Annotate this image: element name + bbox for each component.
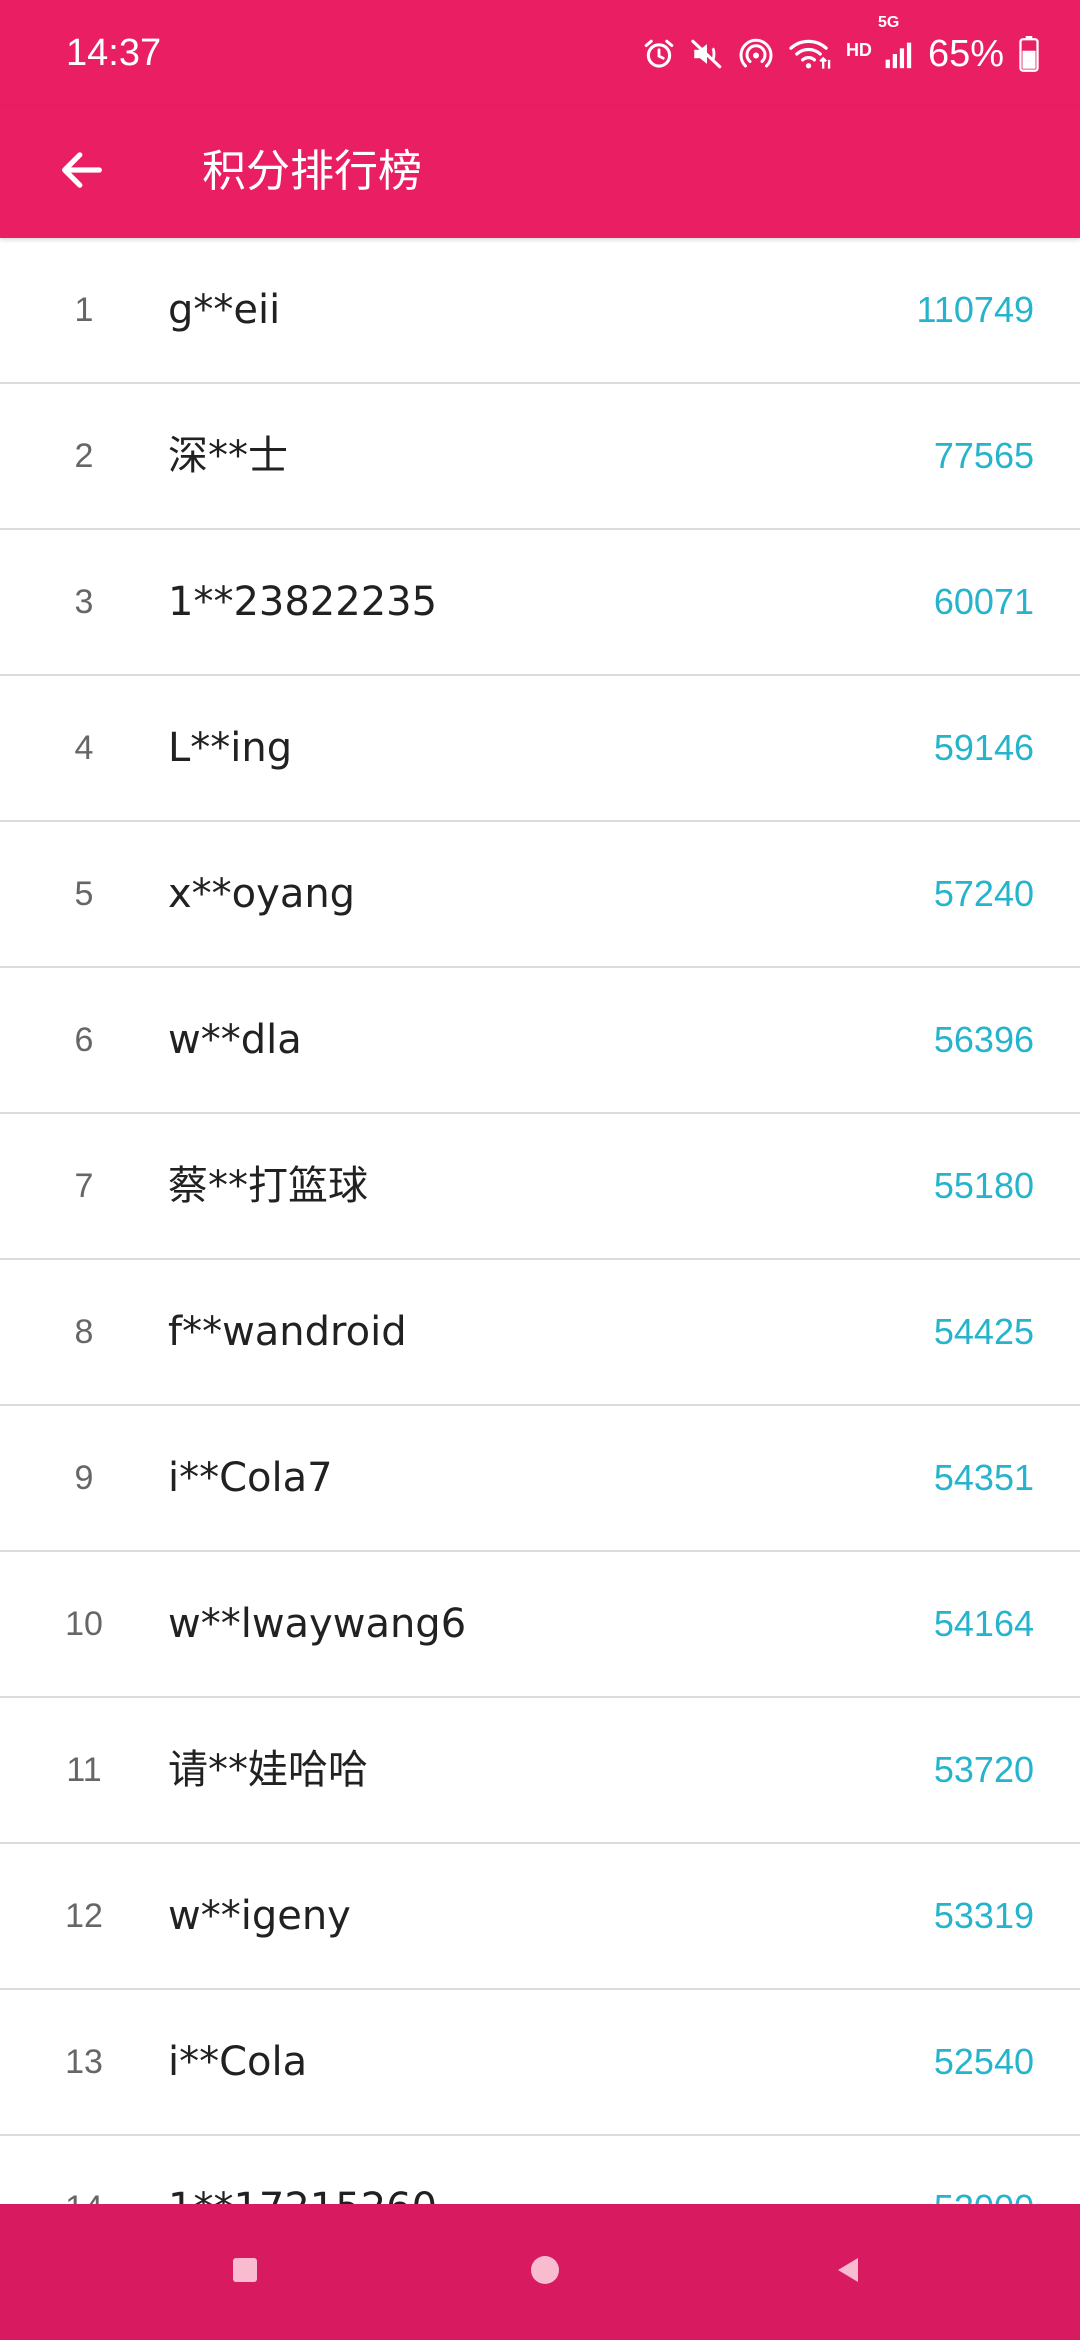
score-value: 56396 (933, 1019, 1034, 1060)
username: w**lwaywang6 (168, 1601, 467, 1647)
rank-number: 6 (74, 1021, 94, 1059)
rank-number: 10 (65, 1605, 103, 1643)
recents-button[interactable] (175, 2204, 315, 2340)
rank-number: 4 (74, 729, 94, 767)
score-value: 55180 (933, 1165, 1034, 1206)
list-item[interactable]: 12 w**igeny 53319 (0, 1844, 1080, 1990)
username: i**Cola (168, 2039, 308, 2085)
score-value: 52540 (933, 2041, 1034, 2082)
username: g**eii (168, 287, 281, 333)
battery-icon (1018, 36, 1040, 72)
username: 1**23822235 (168, 579, 438, 625)
username: f**wandroid (168, 1309, 407, 1355)
list-item[interactable]: 14 1**17215260 52000 (0, 2136, 1080, 2204)
rank-number: 1 (74, 291, 94, 329)
score-value: 54425 (933, 1311, 1034, 1352)
username: 深**士 (168, 433, 288, 479)
list-item[interactable]: 1 g**eii 110749 (0, 238, 1080, 384)
list-item[interactable]: 5 x**oyang 57240 (0, 822, 1080, 968)
status-bar: 14:37 HD 5G 65% (0, 0, 1080, 106)
list-item[interactable]: 4 L**ing 59146 (0, 676, 1080, 822)
arrow-back-icon (56, 144, 108, 200)
rank-number: 9 (74, 1459, 94, 1497)
battery-percent: 65% (927, 33, 1004, 75)
username: 1**17215260 (168, 2136, 437, 2204)
home-button[interactable] (475, 2204, 615, 2340)
score-value: 53319 (933, 1895, 1034, 1936)
status-icons: HD 5G 65% (642, 14, 1040, 78)
rank-number: 11 (66, 1751, 102, 1789)
mute-icon (690, 37, 724, 71)
list-item[interactable]: 9 i**Cola7 54351 (0, 1406, 1080, 1552)
recents-square-icon (231, 2256, 259, 2288)
list-item[interactable]: 7 蔡**打篮球 55180 (0, 1114, 1080, 1260)
list-item[interactable]: 3 1**23822235 60071 (0, 530, 1080, 676)
username: x**oyang (168, 871, 356, 917)
score-value: 59146 (933, 727, 1034, 768)
username: 请**娃哈哈 (168, 1747, 368, 1793)
leaderboard-list[interactable]: 1 g**eii 110749 2 深**士 77565 3 1**238222… (0, 238, 1080, 2204)
alarm-icon (642, 37, 676, 71)
rank-number: 5 (74, 875, 94, 913)
back-triangle-icon (834, 2255, 862, 2289)
list-item[interactable]: 13 i**Cola 52540 (0, 1990, 1080, 2136)
score-value: 57240 (933, 873, 1034, 914)
rank-number: 3 (74, 583, 94, 621)
navigation-bar (0, 2204, 1080, 2340)
score-value: 53720 (933, 1749, 1034, 1790)
home-circle-icon (529, 2254, 561, 2290)
rank-number: 12 (65, 1897, 103, 1935)
signal-icon: 5G (878, 14, 914, 72)
wifi-icon (788, 36, 832, 72)
list-item[interactable]: 6 w**dla 56396 (0, 968, 1080, 1114)
rank-number: 13 (65, 2043, 103, 2081)
hotspot-icon (738, 36, 774, 72)
rank-number: 8 (74, 1313, 94, 1351)
list-item[interactable]: 2 深**士 77565 (0, 384, 1080, 530)
page-title: 积分排行榜 (202, 146, 422, 197)
score-value: 77565 (933, 435, 1034, 476)
list-item[interactable]: 10 w**lwaywang6 54164 (0, 1552, 1080, 1698)
rank-number: 14 (0, 2136, 168, 2204)
score-value: 110749 (916, 289, 1034, 330)
username: L**ing (168, 725, 293, 771)
rank-number: 2 (74, 437, 94, 475)
score-value: 54164 (933, 1603, 1034, 1644)
username: w**dla (168, 1017, 302, 1063)
score-value: 54351 (933, 1457, 1034, 1498)
username: i**Cola7 (168, 1455, 333, 1501)
hd-label: HD (845, 39, 872, 60)
system-back-button[interactable] (778, 2204, 918, 2340)
username: w**igeny (168, 1893, 351, 1939)
network-label: 5G (877, 14, 900, 31)
rank-number: 7 (74, 1167, 94, 1205)
score-value: 52000 (934, 2136, 1034, 2204)
username: 蔡**打篮球 (168, 1163, 368, 1209)
score-value: 60071 (933, 581, 1034, 622)
status-time: 14:37 (66, 32, 162, 74)
app-bar: 积分排行榜 (0, 106, 1080, 238)
back-button[interactable] (38, 128, 126, 216)
list-item[interactable]: 11 请**娃哈哈 53720 (0, 1698, 1080, 1844)
list-item[interactable]: 8 f**wandroid 54425 (0, 1260, 1080, 1406)
